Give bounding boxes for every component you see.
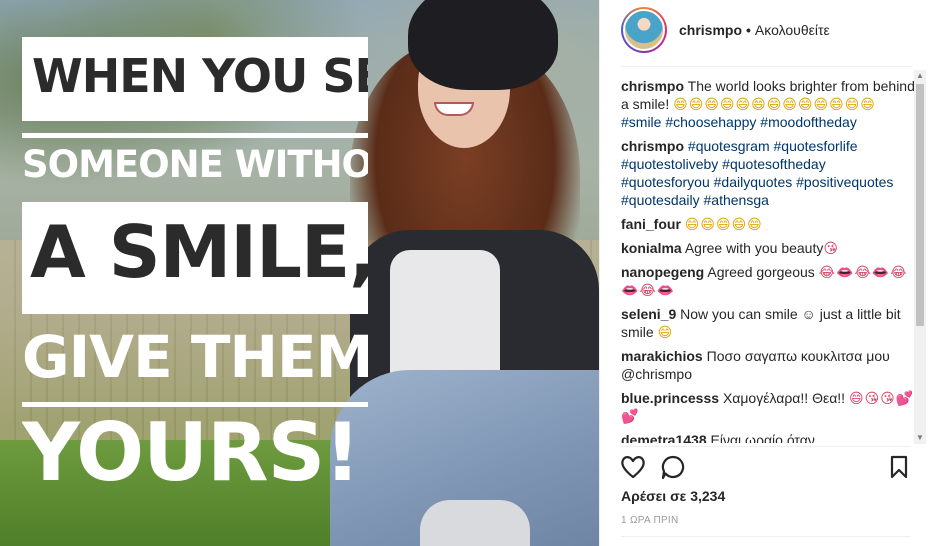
post-details-panel: chrismpo • Ακολουθείτε chrismpo The worl… [599,0,931,546]
header-username[interactable]: chrismpo [679,22,742,38]
speech-bubble-icon[interactable] [658,452,688,482]
footer-divider [621,536,911,537]
quote-divider [22,402,368,407]
comment-text: Agreed gorgeous [707,264,815,280]
comment: marakichios Ποσο σαγαπω κουκλιτσα μου @c… [621,347,917,383]
comment: nanopegeng Agreed gorgeous 😂👄😂👄😂👄😂👄 [621,263,917,299]
comment-username[interactable]: konialma [621,240,682,256]
avatar[interactable] [621,7,667,53]
comment: konialma Agree with you beauty😘 [621,239,917,257]
comment-username[interactable]: demetra1438 [621,432,707,443]
beanie [408,0,558,90]
comment: chrismpo #quotesgram #quotesforlife #quo… [621,137,917,209]
comment-username[interactable]: chrismpo [621,78,684,94]
quote-divider [22,133,368,138]
header-separator: • [746,22,751,38]
comment: chrismpo The world looks brighter from b… [621,77,917,131]
comment-username[interactable]: chrismpo [621,138,684,154]
post-timestamp[interactable]: 1 ΩΡΑ ΠΡΙΝ [621,515,679,526]
post-header: chrismpo • Ακολουθείτε [600,0,931,60]
bookmark-icon[interactable] [884,452,914,482]
comments-divider [621,446,911,447]
comment: blue.princesss Χαμογέλαρα!! Θεα!! 😄😘😘💕💕 [621,389,917,425]
comments-list[interactable]: chrismpo The world looks brighter from b… [621,77,917,443]
comment-emoji: 😘 [823,240,839,256]
header-divider [621,66,911,67]
likes-count[interactable]: Αρέσει σε 3,234 [621,488,725,504]
comment-username[interactable]: fani_four [621,216,681,232]
comment-username[interactable]: nanopegeng [621,264,704,280]
quote-line-4: GIVE THEM [22,328,368,391]
scroll-thumb[interactable] [916,84,924,326]
comments-scrollbar[interactable]: ▲ ▼ [914,70,926,444]
comment-hashtags[interactable]: #smile #choosehappy #moodoftheday [621,114,857,130]
comment-username[interactable]: blue.princesss [621,390,719,406]
comment-emoji: 😄😄😄😄😄😄😄😄😄😄😄😄😄 [673,96,876,112]
quote-line-5: YOURS! [22,413,361,499]
quote-line-3: A SMILE, [22,202,368,314]
comment-text: Χαμογέλαρα!! Θεα!! [722,390,846,406]
following-button[interactable]: Ακολουθείτε [755,22,830,38]
avatar-image [623,9,665,51]
heart-outline-icon[interactable] [618,452,648,482]
comment: fani_four 😄😄😄😄😄 [621,215,917,233]
comment: demetra1438 Είναι ωραίο όταν [621,431,917,443]
quote-line-2: SOMEONE WITHOUT [22,146,368,186]
comment-text: Είναι ωραίο όταν [710,432,815,443]
comment: seleni_9 Now you can smile ☺ just a litt… [621,305,917,341]
quote-overlay: WHEN YOU SEE SOMEONE WITHOUT A SMILE, GI… [22,37,372,503]
comment-text: Agree with you beauty [684,240,824,256]
post-image[interactable]: WHEN YOU SEE SOMEONE WITHOUT A SMILE, GI… [0,0,599,546]
scroll-down-arrow-icon[interactable]: ▼ [914,432,926,444]
scroll-up-arrow-icon[interactable]: ▲ [914,70,926,82]
quote-line-1: WHEN YOU SEE [22,37,368,121]
comment-username[interactable]: marakichios [621,348,703,364]
comment-username[interactable]: seleni_9 [621,306,676,322]
comment-emoji: 😄 [657,324,674,340]
shoe [420,500,530,546]
comment-emoji: 😄😄😄😄😄 [684,216,763,232]
action-bar [618,452,914,484]
